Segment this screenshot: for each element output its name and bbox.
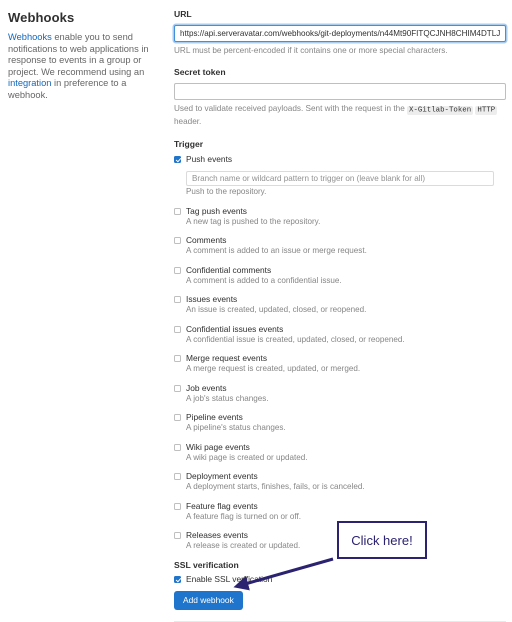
trigger-event-item: Feature flag events A feature flag is tur…: [174, 501, 506, 522]
trigger-event-description: A new tag is pushed to the repository.: [186, 216, 321, 226]
trigger-event-label: Job events: [186, 382, 227, 393]
ssl-verification-checkbox[interactable]: [174, 575, 181, 583]
trigger-event-row[interactable]: Comments: [174, 235, 506, 245]
trigger-event-label: Tag push events: [186, 205, 247, 216]
url-help-text: URL must be percent-encoded if it contai…: [174, 46, 448, 55]
trigger-event-label: Push events: [186, 154, 233, 164]
trigger-event-item: Deployment events A deployment starts, fi…: [174, 471, 506, 492]
webhook-form: URL URL must be percent-encoded if it co…: [174, 8, 506, 622]
trigger-event-item: Confidential issues events A confidential…: [174, 324, 506, 345]
ssl-section-label: SSL verification: [174, 559, 239, 570]
trigger-section-label: Trigger: [174, 139, 204, 149]
trigger-event-label: Pipeline events: [186, 412, 243, 422]
trigger-event-description: A comment is added to an issue or merge …: [186, 246, 367, 255]
trigger-event-item: Job events A job's status changes.: [174, 383, 506, 404]
trigger-event-item: Releases events A release is created or u…: [174, 530, 506, 551]
webhooks-settings-page: Webhooks Webhooks enable you to send not…: [0, 0, 512, 622]
trigger-event-item: Wiki page events A wiki page is created o…: [174, 442, 506, 463]
settings-description-panel: Webhooks Webhooks enable you to send not…: [8, 8, 174, 622]
secret-help-before: Used to validate received payloads. Sent…: [174, 104, 408, 113]
branch-filter-wrapper: [186, 168, 506, 186]
trigger-event-row[interactable]: Confidential comments: [174, 265, 506, 275]
trigger-event-row[interactable]: Deployment events: [174, 471, 506, 481]
trigger-event-label: Releases events: [186, 530, 248, 540]
trigger-event-item: Comments A comment is added to an issue o…: [174, 235, 506, 256]
trigger-event-row[interactable]: Pipeline events: [174, 412, 506, 422]
url-label: URL: [174, 9, 192, 19]
trigger-event-checkbox[interactable]: [174, 325, 181, 333]
trigger-event-description: A feature flag is turned on or off.: [186, 511, 302, 521]
trigger-event-label: Issues events: [186, 294, 238, 304]
trigger-event-row[interactable]: Feature flag events: [174, 501, 506, 511]
trigger-event-description: A wiki page is created or updated.: [186, 452, 308, 462]
secret-help-after: header.: [174, 117, 202, 126]
page-title: Webhooks: [8, 10, 75, 25]
trigger-event-label: Confidential issues events: [186, 323, 284, 334]
trigger-event-item: Merge request events A merge request is c…: [174, 353, 506, 374]
trigger-event-item: Issues events An issue is created, update…: [174, 294, 506, 315]
url-input[interactable]: [174, 25, 506, 42]
trigger-event-checkbox[interactable]: [174, 384, 181, 392]
trigger-event-label: Wiki page events: [186, 441, 250, 452]
trigger-event-row[interactable]: Tag push events: [174, 206, 506, 216]
trigger-event-description: Push to the repository.: [186, 187, 267, 196]
trigger-event-label: Merge request events: [186, 353, 268, 363]
secret-token-label: Secret token: [174, 67, 226, 77]
trigger-event-label: Feature flag events: [186, 500, 258, 511]
trigger-event-item: Confidential comments A comment is added …: [174, 265, 506, 286]
ssl-verification-label: Enable SSL verification: [186, 573, 273, 584]
trigger-event-row[interactable]: Releases events: [174, 530, 506, 540]
ssl-verification-row[interactable]: Enable SSL verification: [174, 574, 506, 584]
trigger-event-checkbox[interactable]: [174, 355, 181, 362]
trigger-event-checkbox[interactable]: [174, 207, 181, 215]
trigger-event-description: A release is created or updated.: [186, 541, 301, 550]
header-name-code: X-Gitlab-Token: [407, 105, 474, 115]
trigger-event-checkbox[interactable]: [174, 414, 181, 421]
trigger-event-checkbox[interactable]: [174, 473, 181, 480]
secret-token-help-text: Used to validate received payloads. Sent…: [174, 103, 506, 127]
trigger-event-checkbox[interactable]: [174, 266, 181, 274]
trigger-events-list: Push events Push to the repository. Tag pu…: [174, 154, 506, 551]
trigger-event-item: Tag push events A new tag is pushed to th…: [174, 206, 506, 227]
secret-token-input[interactable]: [174, 83, 506, 100]
trigger-event-label: Confidential comments: [186, 264, 272, 275]
integration-doc-link[interactable]: integration: [8, 78, 51, 88]
trigger-event-row[interactable]: Wiki page events: [174, 442, 506, 452]
webhooks-doc-link[interactable]: Webhooks: [8, 32, 52, 42]
trigger-event-description: An issue is created, updated, closed, or…: [186, 305, 367, 314]
trigger-event-checkbox[interactable]: [174, 156, 181, 163]
trigger-event-row[interactable]: Push events: [174, 154, 506, 164]
trigger-event-label: Comments: [186, 235, 227, 245]
trigger-event-description: A merge request is created, updated, or …: [186, 364, 361, 373]
trigger-event-description: A deployment starts, finishes, fails, or…: [186, 482, 365, 491]
trigger-event-checkbox[interactable]: [174, 237, 181, 244]
trigger-event-item: Push events Push to the repository.: [174, 154, 506, 197]
branch-filter-input[interactable]: [186, 171, 494, 186]
http-code: HTTP: [475, 105, 498, 115]
trigger-event-row[interactable]: Confidential issues events: [174, 324, 506, 334]
trigger-event-checkbox[interactable]: [174, 443, 181, 451]
trigger-event-row[interactable]: Job events: [174, 383, 506, 393]
trigger-event-description: A job's status changes.: [186, 393, 269, 403]
trigger-event-checkbox[interactable]: [174, 296, 181, 303]
trigger-event-label: Deployment events: [186, 471, 258, 481]
trigger-event-item: Pipeline events A pipeline's status chang…: [174, 412, 506, 433]
trigger-event-row[interactable]: Issues events: [174, 294, 506, 304]
page-description: Webhooks enable you to send notification…: [8, 32, 164, 102]
trigger-event-checkbox[interactable]: [174, 532, 181, 539]
trigger-event-row[interactable]: Merge request events: [174, 353, 506, 363]
trigger-event-checkbox[interactable]: [174, 502, 181, 510]
trigger-event-description: A confidential issue is created, updated…: [186, 334, 405, 344]
trigger-event-description: A comment is added to a confidential iss…: [186, 275, 342, 285]
trigger-event-description: A pipeline's status changes.: [186, 423, 286, 432]
